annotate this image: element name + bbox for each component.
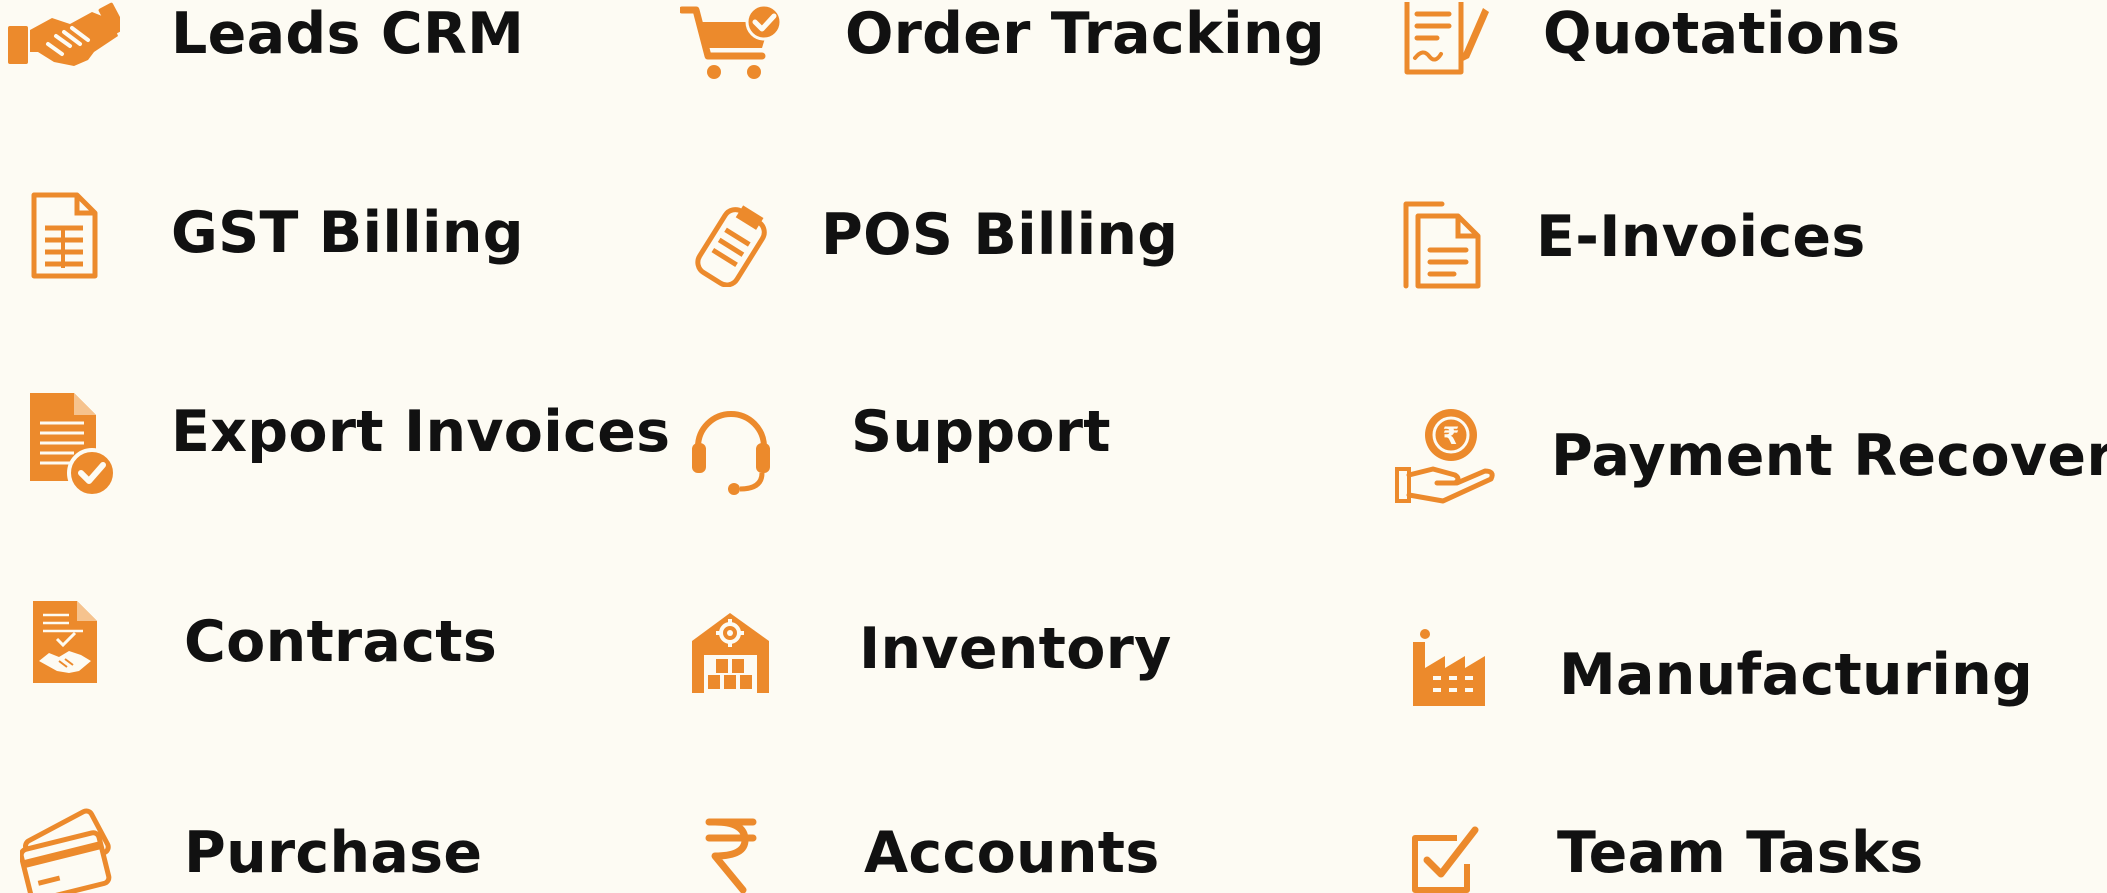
rupee-coin-hand-icon: ₹ (1395, 407, 1497, 507)
feature-label: Manufacturing (1559, 642, 2034, 708)
feature-label: GST Billing (171, 200, 524, 266)
feature-label: Team Tasks (1557, 820, 1924, 886)
handshake-icon (8, 0, 120, 70)
document-pen-icon (1403, 0, 1489, 78)
checkbox-icon (1411, 824, 1479, 893)
feature-label: Support (851, 399, 1111, 465)
feature-label: Contracts (184, 609, 498, 675)
feature-label: Payment Recovery (1551, 423, 2107, 489)
feature-label: Accounts (864, 820, 1160, 886)
feature-label: Purchase (184, 820, 483, 886)
feature-label: Export Invoices (171, 399, 671, 465)
warehouse-icon (692, 613, 769, 693)
stacked-documents-icon (1402, 200, 1482, 290)
feature-label: POS Billing (821, 202, 1179, 268)
bill-document-icon (31, 192, 98, 279)
headset-icon (690, 403, 772, 495)
svg-text:₹: ₹ (1443, 422, 1460, 450)
pos-machine-icon (690, 205, 768, 287)
cart-check-icon (680, 2, 782, 84)
feature-label: Leads CRM (171, 1, 525, 67)
invoice-check-icon (30, 393, 116, 497)
feature-label: E-Invoices (1536, 204, 1866, 270)
feature-label: Inventory (859, 616, 1172, 682)
credit-cards-icon (20, 806, 112, 893)
rupee-icon (705, 818, 757, 893)
feature-label: Quotations (1543, 1, 1901, 67)
feature-label: Order Tracking (845, 1, 1325, 67)
contract-handshake-icon (33, 601, 97, 683)
factory-icon (1407, 628, 1485, 706)
